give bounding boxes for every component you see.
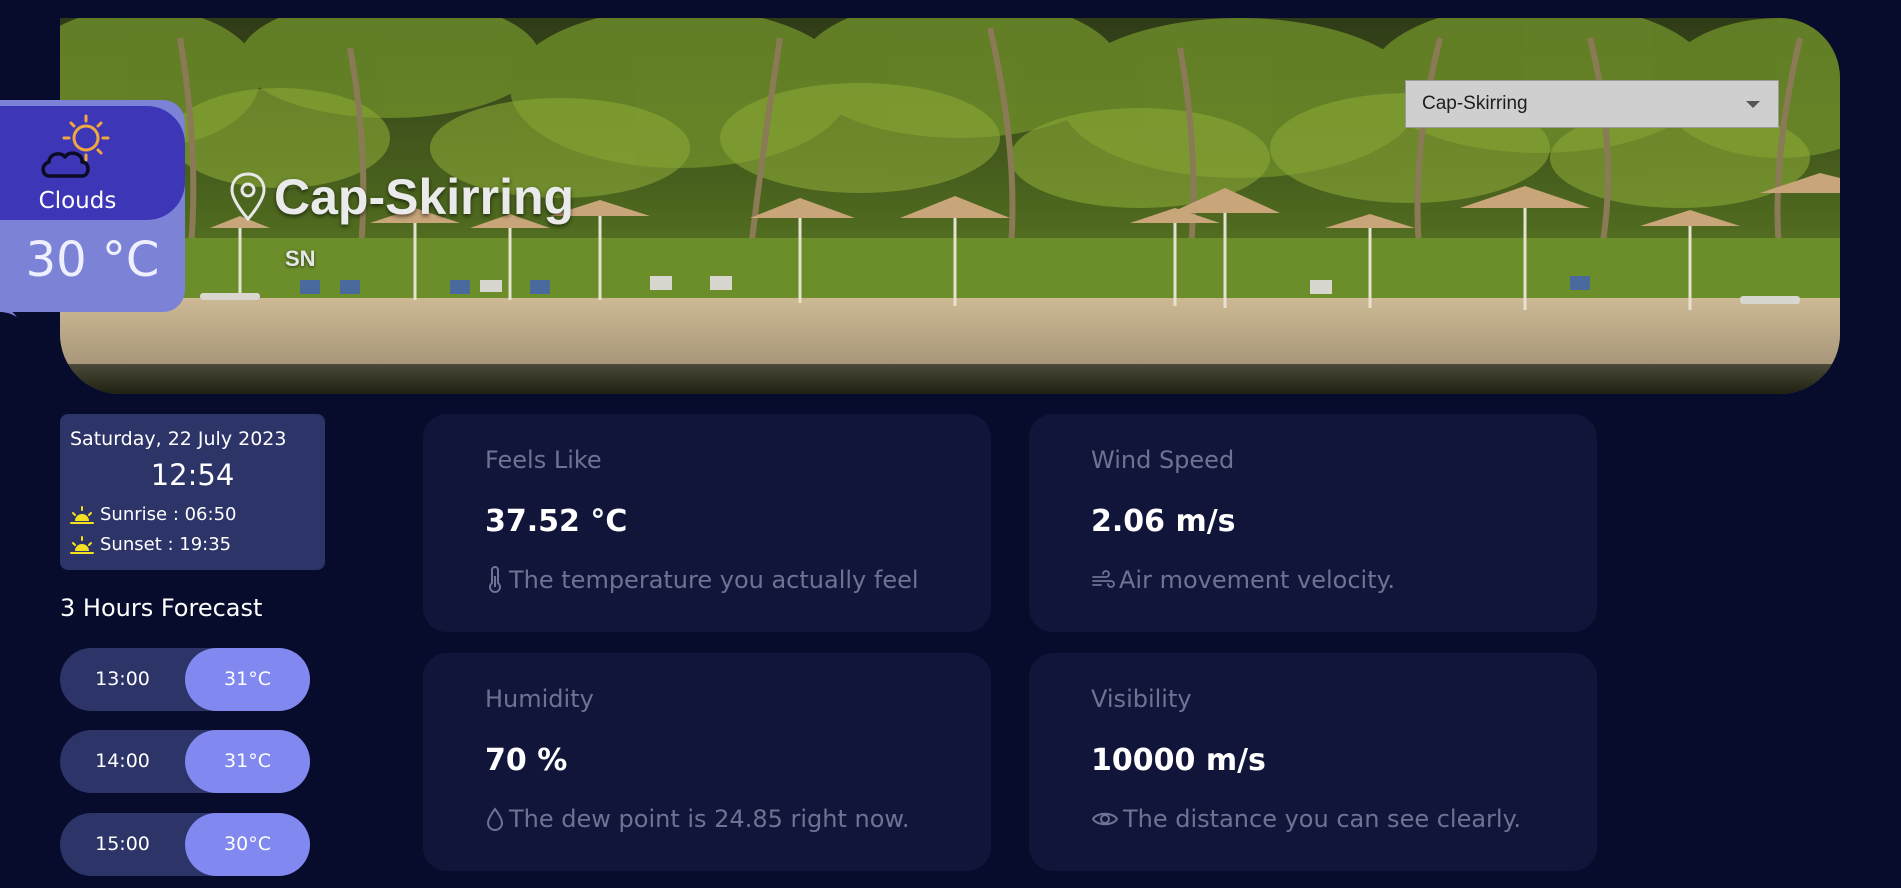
location-heading: Cap-Skirring [228, 168, 574, 226]
visibility-desc-text: The distance you can see clearly. [1123, 805, 1522, 833]
sunrise-row: Sunrise : 06:50 [70, 504, 236, 525]
forecast-hour: 13:00 [95, 668, 150, 690]
city-select-value: Cap-Skirring [1422, 93, 1528, 114]
current-date: Saturday, 22 July 2023 [70, 428, 287, 450]
feels-like-title: Feels Like [485, 446, 602, 474]
feels-like-card: Feels Like 37.52 °C The temperature you … [423, 414, 991, 632]
forecast-hour: 15:00 [95, 833, 150, 855]
sun-cloud-icon [41, 114, 110, 178]
visibility-title: Visibility [1091, 685, 1192, 713]
current-temperature: 30 °C [25, 232, 160, 288]
forecast-hour: 14:00 [95, 750, 150, 772]
sunrise-icon [70, 505, 94, 524]
wind-speed-title: Wind Speed [1091, 446, 1235, 474]
wind-icon [1092, 570, 1115, 588]
hero-banner: Cap-Skirring Cap-Skirring SN [60, 18, 1840, 394]
country-code: SN [285, 246, 316, 271]
sunrise-text: Sunrise : 06:50 [100, 504, 237, 525]
badge-corner-bottom [0, 312, 30, 342]
forecast-title: 3 Hours Forecast [60, 594, 263, 622]
sunset-icon [70, 535, 94, 554]
droplet-icon [486, 807, 504, 831]
wind-speed-value: 2.06 m/s [1091, 504, 1236, 539]
humidity-desc-text: The dew point is 24.85 right now. [509, 805, 910, 833]
sunset-row: Sunset : 19:35 [70, 534, 231, 555]
thermometer-icon [489, 566, 501, 593]
visibility-value: 10000 m/s [1091, 743, 1266, 778]
visibility-card: Visibility 10000 m/s The distance you ca… [1029, 653, 1597, 871]
sunset-text: Sunset : 19:35 [100, 534, 232, 555]
feels-like-desc: The temperature you actually feel [485, 566, 919, 594]
city-select-dropdown[interactable]: Cap-Skirring [1405, 80, 1779, 128]
datetime-card: Saturday, 22 July 2023 12:54 Sunrise : 0… [60, 414, 325, 570]
city-name: Cap-Skirring [274, 169, 575, 225]
wind-speed-desc: Air movement velocity. [1091, 566, 1395, 594]
forecast-temp: 31°C [185, 648, 310, 711]
forecast-item: 13:00 31°C [60, 648, 310, 711]
forecast-temp: 31°C [185, 730, 310, 793]
forecast-item: 15:00 30°C [60, 813, 310, 876]
wind-speed-desc-text: Air movement velocity. [1119, 566, 1396, 594]
chevron-down-icon[interactable] [1746, 101, 1760, 108]
current-time: 12:54 [150, 458, 235, 492]
map-pin-icon [230, 172, 266, 222]
feels-like-desc-text: The temperature you actually feel [509, 566, 919, 594]
feels-like-value: 37.52 °C [485, 504, 628, 539]
humidity-title: Humidity [485, 685, 594, 713]
eye-icon [1091, 812, 1119, 826]
humidity-card: Humidity 70 % The dew point is 24.85 rig… [423, 653, 991, 871]
forecast-temp: 30°C [185, 813, 310, 876]
condition-label: Clouds [38, 188, 117, 214]
humidity-value: 70 % [485, 743, 568, 778]
visibility-desc: The distance you can see clearly. [1091, 805, 1521, 833]
wind-speed-card: Wind Speed 2.06 m/s Air movement velocit… [1029, 414, 1597, 632]
forecast-item: 14:00 31°C [60, 730, 310, 793]
humidity-desc: The dew point is 24.85 right now. [485, 805, 909, 833]
